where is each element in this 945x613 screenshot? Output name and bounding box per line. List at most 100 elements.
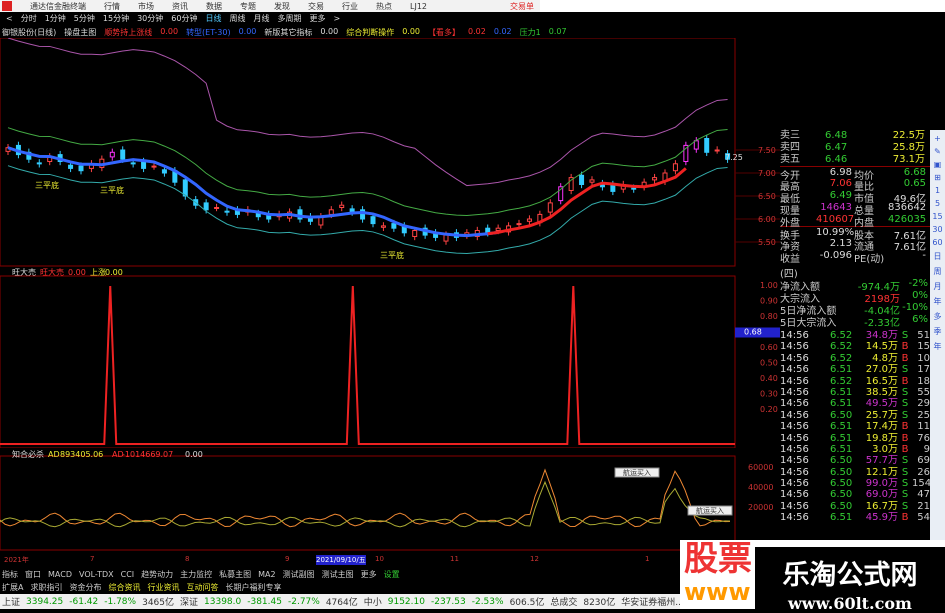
menu-item[interactable]: 资讯 xyxy=(172,1,188,12)
indicator-tab[interactable]: 测试副图 xyxy=(283,569,315,580)
indicator-tab[interactable]: CCI xyxy=(121,570,135,579)
menu-item[interactable]: 数据 xyxy=(206,1,222,12)
extension-tab[interactable]: 资金分布 xyxy=(69,582,101,593)
indicator-tab[interactable]: 趋势动力 xyxy=(141,569,173,580)
middle-line xyxy=(7,127,728,217)
side-toolbar-icon[interactable]: ✎ xyxy=(934,147,941,156)
indicator-label: 【看多】 xyxy=(428,28,461,37)
period-tab[interactable]: 分时 xyxy=(21,13,37,24)
trade-row[interactable]: 14:56 6.51 27.0万 S 17 xyxy=(780,364,930,375)
side-toolbar-icon[interactable]: 30 xyxy=(932,225,942,234)
side-toolbar-icon[interactable]: 日 xyxy=(934,251,942,262)
extension-tab[interactable]: 扩展A xyxy=(2,582,23,593)
indicator-tab[interactable]: MACD xyxy=(48,570,72,579)
side-toolbar-icon[interactable]: 60 xyxy=(932,238,942,247)
indicator-tab[interactable]: MA2 xyxy=(258,570,275,579)
period-tab[interactable]: 30分钟 xyxy=(137,13,163,24)
side-toolbar-icon[interactable]: ▣ xyxy=(934,160,942,169)
period-tab[interactable]: 更多 xyxy=(309,13,325,24)
indicator-tab[interactable]: 更多 xyxy=(361,569,377,580)
side-toolbar-icon[interactable]: 5 xyxy=(935,199,940,208)
trade-row[interactable]: 14:56 6.51 19.8万 B 76 xyxy=(780,433,930,444)
side-toolbar-icon[interactable]: 年 xyxy=(934,296,942,307)
menu-item[interactable]: 行情 xyxy=(104,1,120,12)
indicator-tab[interactable]: VOL-TDX xyxy=(79,570,114,579)
period-tab[interactable]: 1分钟 xyxy=(45,13,66,24)
extension-tab[interactable]: 长期户福利专享 xyxy=(225,582,281,593)
trade-count: 154 xyxy=(912,478,932,490)
quote-row: 最高 7.06 量比 0.65 xyxy=(780,178,930,193)
trade-row[interactable]: 14:56 6.52 14.5万 B 15 xyxy=(780,341,930,352)
main-kline-chart[interactable]: 7.507.006.506.005.50三平底三平底三平底7.25 xyxy=(0,38,780,268)
trade-row[interactable]: 14:56 6.51 49.5万 S 29 xyxy=(780,398,930,409)
indicator-label: 综合判断操作 xyxy=(346,28,395,37)
extension-tab[interactable]: 求职指引 xyxy=(30,582,62,593)
menu-item[interactable]: 市场 xyxy=(138,1,154,12)
period-tab[interactable]: 周线 xyxy=(229,13,245,24)
trade-row[interactable]: 14:56 6.51 38.5万 S 55 xyxy=(780,387,930,398)
trade-price: 6.52 xyxy=(830,330,853,341)
trade-row[interactable]: 14:56 6.52 4.8万 B 10 xyxy=(780,353,930,364)
side-toolbar-icon[interactable]: 多 xyxy=(934,311,942,322)
trade-row[interactable]: 14:56 6.50 69.0万 S 47 xyxy=(780,489,930,500)
indicator-label: 新版其它指标 xyxy=(264,28,313,37)
quote-label: 净资 xyxy=(780,242,800,253)
side-toolbar-icon[interactable]: 1 xyxy=(935,186,940,195)
side-toolbar-icon[interactable]: ⊞ xyxy=(934,173,941,182)
period-tab[interactable]: < xyxy=(6,14,13,23)
indicator-label: 旺大売 xyxy=(12,268,36,277)
extension-tab[interactable]: 综合资讯 xyxy=(108,582,140,593)
period-tab[interactable]: 多周期 xyxy=(277,13,301,24)
indicator-tab[interactable]: 设置 xyxy=(384,569,400,580)
side-toolbar-icon[interactable]: 周 xyxy=(934,266,942,277)
indicator-label: 0.00 xyxy=(68,268,86,277)
menu-item[interactable]: LJ12 xyxy=(410,2,427,11)
menu-item[interactable]: 发现 xyxy=(274,1,290,12)
candle-body xyxy=(704,138,710,153)
indicator-tab[interactable]: 主力监控 xyxy=(180,569,212,580)
menu-item[interactable]: 交易 xyxy=(308,1,324,12)
period-toolbar: < 分时 1分钟 5分钟 15分钟 30分钟 60分钟 日线 周线 月线 多周期 更多 > xyxy=(0,12,540,25)
date-tick: 10 xyxy=(375,555,384,563)
side-toolbar-icon[interactable]: 月 xyxy=(934,281,942,292)
trade-row[interactable]: 14:56 6.50 99.0万 S 154 xyxy=(780,478,932,490)
extension-tab[interactable]: 行业资讯 xyxy=(147,582,179,593)
order-book-price: 6.46 xyxy=(825,154,848,165)
trade-row[interactable]: 14:56 6.52 16.5万 B 18 xyxy=(780,376,930,387)
tick-trades-list[interactable]: 14:56 6.52 34.8万 S 51 14:56 6.52 14.5万 B 15 14:56 6… xyxy=(780,330,932,524)
sub-chart-2[interactable]: 知合必杀 AD 893405.06 AD-1014669.07 0.0060000400… xyxy=(0,448,780,552)
trade-row[interactable]: 14:56 6.51 45.9万 B 54 xyxy=(780,512,930,523)
trade-row[interactable]: 14:56 6.50 12.1万 S 26 xyxy=(780,467,930,478)
indicator-tab[interactable]: 私募主图 xyxy=(219,569,251,580)
indicator-label: 上涨 xyxy=(90,268,106,277)
menu-item[interactable]: 专题 xyxy=(240,1,256,12)
trade-row[interactable]: 14:56 6.50 16.7万 S 21 xyxy=(780,501,930,512)
trade-row[interactable]: 14:56 6.51 17.4万 B 11 xyxy=(780,421,930,432)
menu-item[interactable]: 热点 xyxy=(376,1,392,12)
period-tab[interactable]: 15分钟 xyxy=(103,13,129,24)
side-toolbar-icon[interactable]: 年 xyxy=(934,341,942,352)
indicator-label: 0.00 xyxy=(185,450,203,459)
period-tab[interactable]: 月线 xyxy=(253,13,269,24)
side-toolbar-icon[interactable]: 季 xyxy=(934,326,942,337)
extension-tab[interactable]: 互动问答 xyxy=(186,582,218,593)
trade-button[interactable]: 交易单 xyxy=(510,1,534,12)
indicator-tab[interactable]: 窗口 xyxy=(25,569,41,580)
sub-chart-1[interactable]: 旺大売 旺大売 0.00 上涨 0.001.000.900.800.680.600.50… xyxy=(0,268,780,448)
side-toolbar-icon[interactable]: 15 xyxy=(932,212,942,221)
period-tab[interactable]: > xyxy=(333,14,340,23)
trade-row[interactable]: 14:56 6.51 3.0万 B 9 xyxy=(780,444,930,455)
period-tab[interactable]: 日线 xyxy=(205,13,221,24)
trade-time: 14:56 xyxy=(780,398,809,410)
trade-row[interactable]: 14:56 6.50 25.7万 S 25 xyxy=(780,410,930,421)
trade-price: 6.50 xyxy=(830,455,853,467)
axis-tick: 0.50 xyxy=(760,359,778,368)
menu-item[interactable]: 行业 xyxy=(342,1,358,12)
period-tab[interactable]: 5分钟 xyxy=(74,13,95,24)
period-tab[interactable]: 60分钟 xyxy=(171,13,197,24)
side-toolbar-icon[interactable]: + xyxy=(934,134,941,143)
trade-row[interactable]: 14:56 6.52 34.8万 S 51 xyxy=(780,330,930,341)
trade-row[interactable]: 14:56 6.50 57.7万 S 69 xyxy=(780,455,930,466)
indicator-tab[interactable]: 测试主图 xyxy=(322,569,354,580)
indicator-tab[interactable]: 指标 xyxy=(2,569,18,580)
